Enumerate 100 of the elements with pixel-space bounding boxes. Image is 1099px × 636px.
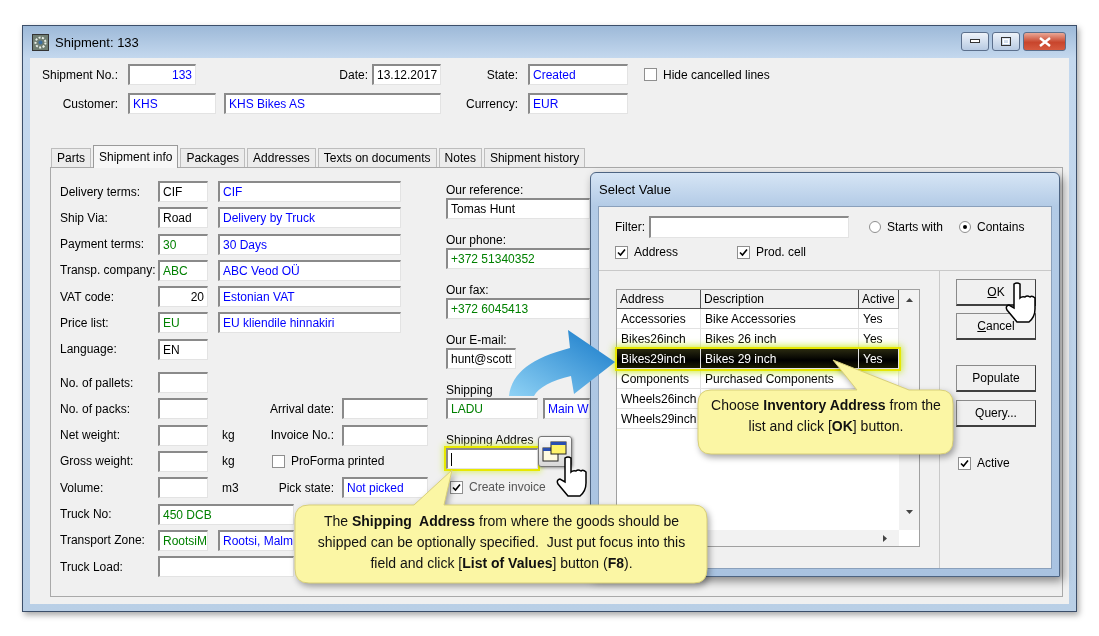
scroll-down-icon[interactable] <box>905 510 913 514</box>
maximize-button[interactable] <box>992 32 1020 51</box>
table-cell[interactable]: Bikes29inch <box>617 349 701 368</box>
checkbox[interactable] <box>644 68 657 81</box>
field-label: VAT code: <box>60 288 116 306</box>
input-field[interactable] <box>158 424 208 446</box>
field-label: No. of packs: <box>60 400 132 418</box>
field-label: Our fax: <box>446 281 489 298</box>
table-cell[interactable]: Components <box>617 369 701 388</box>
input-field[interactable]: ABC <box>158 259 208 281</box>
field-label: Price list: <box>60 315 110 332</box>
checkbox[interactable] <box>737 245 750 259</box>
dialog-button[interactable]: Query... <box>956 400 1036 427</box>
input-field[interactable]: Created <box>528 64 628 85</box>
radio-button[interactable] <box>959 221 971 233</box>
field-label: Transp. company: <box>60 262 157 280</box>
input-field[interactable]: Estonian VAT <box>218 286 401 308</box>
input-field[interactable]: EN <box>158 338 208 360</box>
input-field[interactable]: RootsiM <box>158 529 208 551</box>
input-field[interactable]: EU <box>158 312 208 334</box>
input-field[interactable]: Rootsi, Malm <box>218 529 294 551</box>
input-field[interactable] <box>446 448 538 469</box>
table-cell[interactable]: Yes <box>859 349 899 368</box>
field-label: Arrival date: <box>268 400 335 418</box>
unit-label: kg <box>221 427 236 445</box>
callout-text: The Shipping Address from where the goods should be shipped can be optionally specified. Just put focus into this field and click [List of Values] button (F8). <box>316 512 687 573</box>
window-title: Shipment: 133 <box>55 34 140 50</box>
table-cell[interactable]: Bikes 29 inch <box>701 349 859 368</box>
checkbox[interactable] <box>272 454 285 468</box>
input-field[interactable] <box>342 398 428 420</box>
radio-label: Contains <box>977 220 1025 234</box>
input-field[interactable] <box>158 398 208 420</box>
checkbox-label: Hide cancelled lines <box>663 67 770 82</box>
input-field[interactable]: 30 Days <box>218 233 401 255</box>
input-field[interactable]: EUR <box>528 93 628 114</box>
field-label: Date: <box>339 67 368 82</box>
tab[interactable]: Parts <box>51 148 91 167</box>
scroll-right-icon[interactable] <box>883 534 887 542</box>
input-field[interactable] <box>342 424 428 446</box>
input-field[interactable]: 20 <box>158 286 208 308</box>
field-label: Volume: <box>60 479 105 497</box>
table-cell[interactable]: Bikes 26 inch <box>701 329 859 348</box>
input-field[interactable]: Not picked <box>342 477 428 499</box>
checkbox-label: ProForma printed <box>291 454 385 469</box>
column-header[interactable]: Description <box>701 290 859 309</box>
field-label: Net weight: <box>60 427 122 445</box>
input-field[interactable]: 450 DCB <box>158 503 294 525</box>
input-field[interactable]: KHS Bikes AS <box>224 93 441 114</box>
input-field[interactable]: EU kliendile hinnakiri <box>218 312 401 334</box>
input-field[interactable]: Delivery by Truck <box>218 207 401 229</box>
tab[interactable]: Shipment info <box>93 145 179 168</box>
input-field[interactable]: hunt@scott <box>446 348 516 369</box>
checkbox[interactable] <box>615 245 628 259</box>
field-label: Payment terms: <box>60 236 146 254</box>
checkbox[interactable] <box>958 456 971 470</box>
field-label: Truck No: <box>60 506 113 524</box>
input-field[interactable]: +372 51340352 <box>446 248 590 269</box>
input-field[interactable]: +372 6045413 <box>446 298 590 319</box>
dialog-button[interactable]: Populate <box>956 365 1036 392</box>
tab[interactable]: Shipment history <box>483 148 586 167</box>
tab[interactable]: Texts on documents <box>317 148 437 167</box>
minimize-icon <box>970 39 980 44</box>
dialog-button[interactable]: Cancel <box>956 313 1036 340</box>
close-button[interactable] <box>1023 32 1066 51</box>
field-label: Our E-mail: <box>446 331 507 348</box>
input-field[interactable]: 13.12.2017 <box>372 64 441 85</box>
input-field[interactable]: 30 <box>158 233 208 255</box>
input-field[interactable] <box>158 450 208 472</box>
checkbox[interactable] <box>450 480 463 494</box>
radio-button[interactable] <box>869 221 881 233</box>
field-label: Pick state: <box>277 479 335 497</box>
list-of-values-button[interactable] <box>538 436 572 467</box>
scroll-up-icon[interactable] <box>905 298 913 302</box>
tab[interactable]: Notes <box>438 148 482 167</box>
minimize-button[interactable] <box>961 32 989 51</box>
input-field[interactable]: CIF <box>158 181 208 202</box>
table-cell[interactable]: Accessories <box>617 309 701 328</box>
field-label: Currency: <box>465 95 519 113</box>
input-field[interactable] <box>158 556 294 578</box>
input-field[interactable] <box>158 477 208 499</box>
input-field[interactable]: LADU <box>446 398 538 419</box>
input-field[interactable]: Road <box>158 207 208 229</box>
checkbox-label: Prod. cell <box>756 245 807 259</box>
tab[interactable]: Addresses <box>247 148 316 167</box>
input-field[interactable] <box>158 372 208 394</box>
input-field[interactable]: KHS <box>128 93 216 114</box>
input-field[interactable]: ABC Veod OÜ <box>218 259 401 281</box>
tab[interactable]: Packages <box>180 148 246 167</box>
input-field[interactable]: Main W <box>543 398 590 419</box>
column-header[interactable]: Address <box>617 290 701 309</box>
table-cell[interactable]: Bikes26inch <box>617 329 701 348</box>
input-field[interactable]: CIF <box>218 181 401 202</box>
hand-cursor-icon <box>556 456 590 498</box>
field-label: Our phone: <box>446 231 507 248</box>
input-field[interactable]: Tomas Hunt <box>446 198 590 219</box>
input-field[interactable] <box>649 216 849 238</box>
table-cell[interactable]: Bike Accessories <box>701 309 859 328</box>
input-field[interactable]: 133 <box>128 64 196 85</box>
field-label: Customer: <box>61 95 119 113</box>
app-icon <box>32 33 49 51</box>
